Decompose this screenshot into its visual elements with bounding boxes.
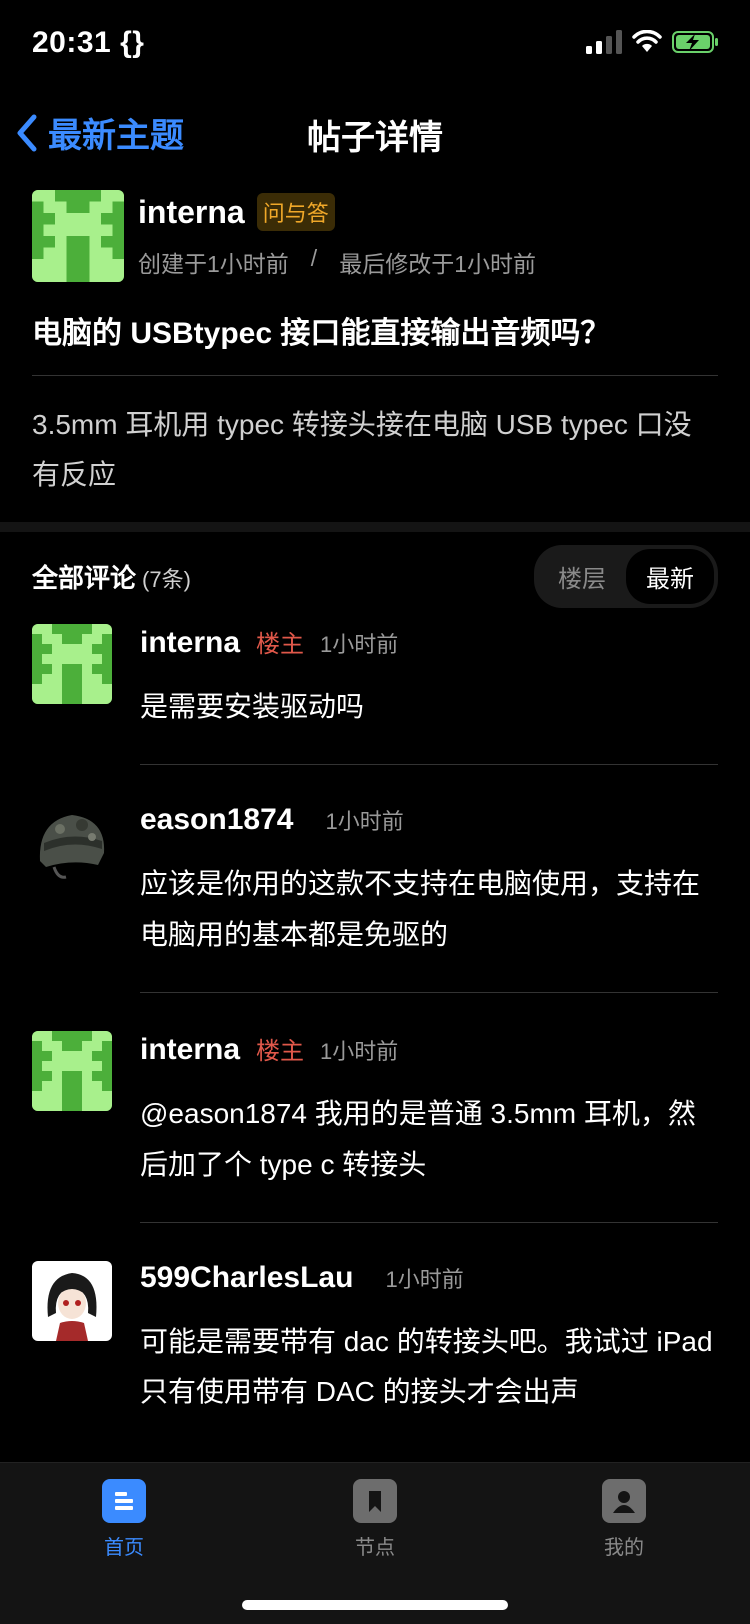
divider: [140, 992, 718, 994]
tab-label: 节点: [355, 1537, 395, 1559]
commenter-avatar[interactable]: [32, 624, 112, 704]
comment-list: interna 楼主 1小时前 是需要安装驱动吗 eason1874 1小时前 …: [32, 624, 718, 1418]
comment-time: 1小时前: [325, 809, 404, 835]
divider: [140, 1221, 718, 1223]
post-meta: interna 问与答 创建于1小时前 / 最后修改于1小时前: [138, 190, 536, 282]
helmet-avatar-icon: [32, 803, 112, 884]
nav-bar: 最新主题 帖子详情: [0, 90, 750, 178]
tab-nodes[interactable]: 节点: [315, 1479, 435, 1560]
section-gap: [0, 522, 750, 532]
op-badge: 楼主: [256, 1038, 305, 1066]
divider: [32, 375, 718, 376]
profile-icon: [602, 1479, 646, 1523]
sort-latest[interactable]: 最新: [626, 548, 714, 604]
anime-avatar-icon: [32, 1260, 112, 1341]
post-header: interna 问与答 创建于1小时前 / 最后修改于1小时前: [32, 190, 718, 282]
comment-text: 可能是需要带有 dac 的转接头吧。我试过 iPad 只有使用带有 DAC 的接…: [140, 1325, 713, 1408]
home-indicator[interactable]: [242, 1600, 508, 1610]
comment-author[interactable]: interna: [140, 1033, 240, 1067]
battery-charging-icon: [672, 31, 718, 53]
status-extra: {}: [120, 26, 145, 59]
comment-time: 1小时前: [320, 1039, 399, 1065]
commenter-avatar[interactable]: [32, 803, 112, 884]
comment-author[interactable]: 599CharlesLau: [140, 1261, 353, 1295]
author-avatar[interactable]: [32, 190, 124, 282]
wifi-icon: [632, 30, 662, 52]
clock: 20:31: [32, 26, 112, 59]
comment-text: 应该是你用的这款不支持在电脑使用，支持在电脑用的基本都是免驱的: [140, 868, 701, 950]
comment-time: 1小时前: [385, 1266, 464, 1292]
post-title: 电脑的 USBtypec 接口能直接输出音频吗？: [32, 317, 611, 350]
status-icons: [586, 30, 720, 54]
comments-title: 全部评论 (7条): [32, 558, 191, 595]
comment-text: 是需要安装驱动吗: [140, 691, 365, 722]
tab-profile[interactable]: 我的: [564, 1479, 684, 1560]
status-bar: 20:31 {}: [0, 0, 750, 90]
tab-label: 我的: [604, 1537, 644, 1559]
status-time: 20:31 {}: [32, 26, 144, 60]
comment-author[interactable]: interna: [140, 626, 240, 660]
post-author[interactable]: interna: [138, 194, 245, 231]
commenter-avatar[interactable]: [32, 1260, 112, 1341]
comment-author[interactable]: eason1874: [140, 803, 293, 837]
comment-item: interna 楼主 1小时前 是需要安装驱动吗: [32, 624, 718, 766]
post-times: 创建于1小时前 / 最后修改于1小时前: [138, 245, 536, 279]
comments-title-text: 全部评论: [32, 562, 137, 593]
comments-header: 全部评论 (7条) 楼层 最新: [32, 544, 718, 608]
signal-icon: [586, 30, 622, 54]
tab-home[interactable]: 首页: [64, 1479, 184, 1560]
created-time: 创建于1小时前: [138, 251, 289, 277]
home-icon: [102, 1479, 146, 1523]
bookmark-icon: [353, 1479, 397, 1523]
sort-segmented-control: 楼层 最新: [534, 544, 718, 608]
sort-floor[interactable]: 楼层: [538, 549, 626, 604]
comment-item: eason1874 1小时前 应该是你用的这款不支持在电脑使用，支持在电脑用的基…: [32, 803, 718, 994]
comment-text: @eason1874 我用的是普通 3.5mm 耳机，然后加了个 type c …: [140, 1098, 696, 1180]
commenter-avatar[interactable]: [32, 1031, 112, 1112]
comment-item: interna 楼主 1小时前 @eason1874 我用的是普通 3.5mm …: [32, 1031, 718, 1223]
divider: [140, 764, 718, 766]
op-badge: 楼主: [256, 631, 305, 658]
comments-count: (7条): [142, 566, 191, 592]
post-body: 3.5mm 耳机用 typec 转接头接在电脑 USB typec 口没有反应: [32, 409, 692, 491]
pixel-avatar-icon: [32, 1031, 112, 1112]
time-separator: /: [310, 245, 318, 271]
pixel-avatar-icon: [32, 190, 124, 282]
comment-item: 599CharlesLau 1小时前 可能是需要带有 dac 的转接头吧。我试过…: [32, 1260, 718, 1418]
page-title: 帖子详情: [307, 119, 443, 157]
tab-label: 首页: [104, 1537, 144, 1559]
post: interna 问与答 创建于1小时前 / 最后修改于1小时前 电脑的 USBt…: [32, 190, 718, 501]
comment-time: 1小时前: [320, 632, 399, 657]
pixel-avatar-icon: [32, 624, 112, 704]
node-tag[interactable]: 问与答: [256, 193, 335, 231]
app-root: 20:31 {} 最新主题 帖子详情 interna 问与答 创建于1小时前 /…: [0, 0, 750, 1624]
modified-time: 最后修改于1小时前: [339, 251, 536, 277]
